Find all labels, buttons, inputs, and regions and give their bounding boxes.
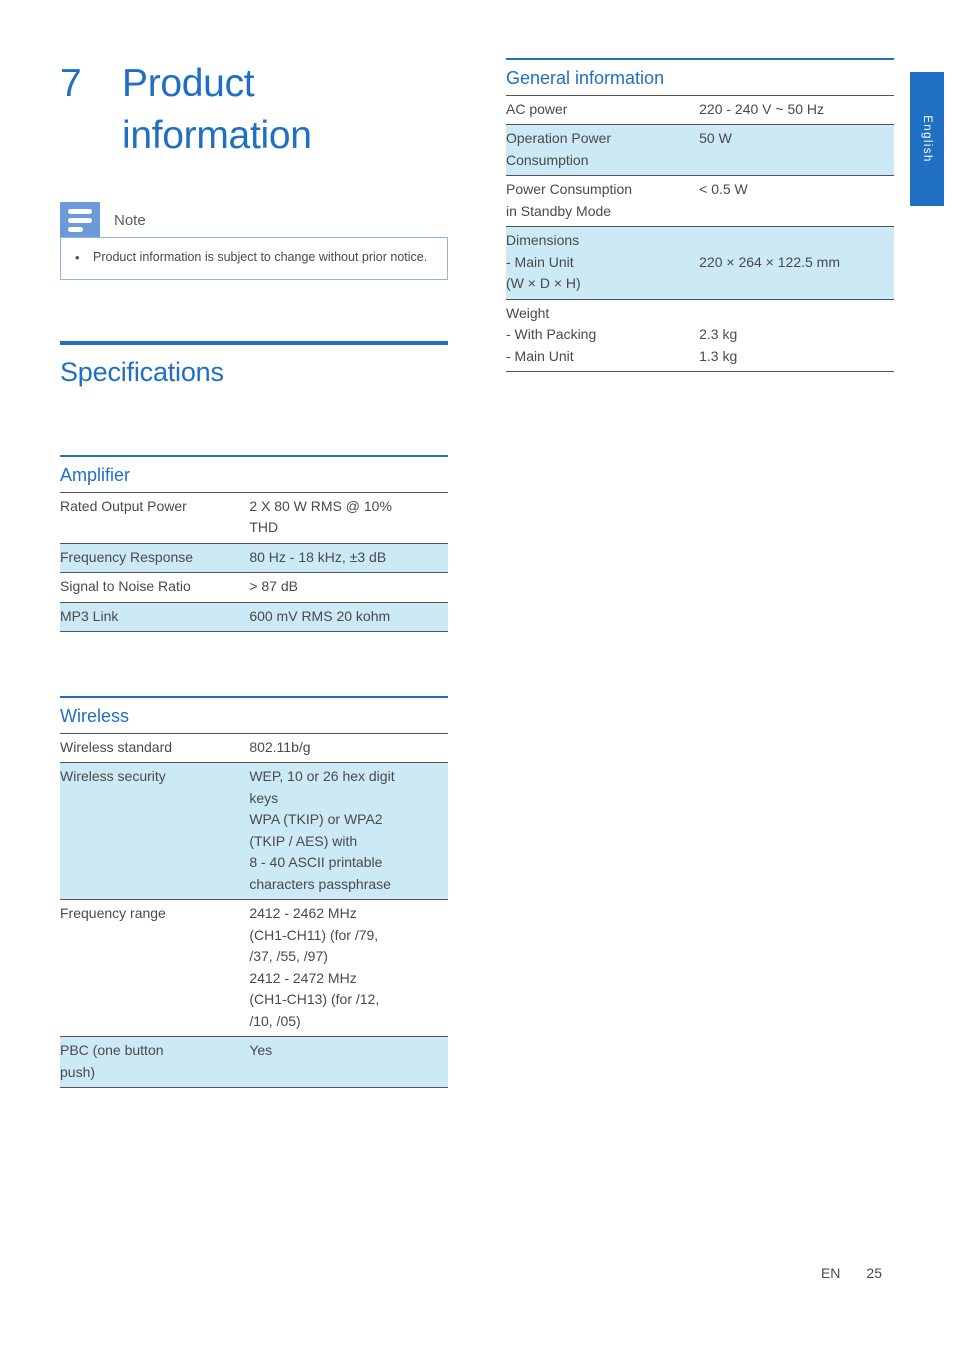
bullet-icon: • — [75, 250, 80, 265]
document-page: English 7 Product information Note • Pro… — [0, 0, 954, 1350]
row-key: AC power — [506, 94, 700, 125]
note-item-text: Product information is subject to change… — [93, 250, 428, 264]
row-key: Frequency range — [60, 899, 250, 1037]
row-value: 220 × 264 × 122.5 mm — [699, 226, 894, 299]
row-key: PBC (one button push) — [60, 1036, 250, 1088]
note-lines-icon — [60, 202, 100, 238]
subsection-title-amplifier: Amplifier — [60, 464, 131, 485]
table-row: Weight - With Packing - Main Unit 2.3 kg… — [506, 298, 894, 372]
subsection-divider-general — [506, 58, 894, 60]
row-value: WEP, 10 or 26 hex digit keys WPA (TKIP) … — [249, 762, 448, 900]
table-row: Operation Power Consumption 50 W — [506, 124, 894, 176]
note-header: Note — [60, 202, 448, 238]
table-row: Rated Output Power 2 X 80 W RMS @ 10% TH… — [60, 491, 448, 543]
row-value: > 87 dB — [249, 572, 448, 602]
section-title-specifications: Specifications — [60, 357, 224, 387]
right-column: General information AC power 220 - 240 V… — [506, 58, 894, 372]
row-key: Operation Power Consumption — [506, 124, 700, 176]
row-key: Rated Output Power — [60, 491, 250, 543]
row-value: Yes — [249, 1036, 448, 1088]
footer-page-number: 25 — [866, 1265, 882, 1281]
row-key: Dimensions - Main Unit (W × D × H) — [506, 226, 700, 299]
row-value: 2412 - 2462 MHz (CH1-CH11) (for /79, /37… — [249, 899, 448, 1037]
table-wireless: Wireless standard 802.11b/g Wireless sec… — [60, 732, 448, 1088]
subsection-title-wireless: Wireless — [60, 705, 130, 726]
chapter-number: 7 — [60, 62, 82, 105]
table-row: AC power 220 - 240 V ~ 50 Hz — [506, 94, 894, 125]
left-column: 7 Product information Note • Product inf… — [60, 58, 448, 1088]
table-row: PBC (one button push) Yes — [60, 1036, 448, 1088]
subsection-divider-amplifier — [60, 455, 448, 457]
row-key: Weight - With Packing - Main Unit — [506, 298, 700, 372]
table-amplifier: Rated Output Power 2 X 80 W RMS @ 10% TH… — [60, 491, 448, 633]
table-row: Frequency range 2412 - 2462 MHz (CH1-CH1… — [60, 899, 448, 1037]
note-body: • Product information is subject to chan… — [60, 237, 448, 280]
note-callout: Note • Product information is subject to… — [60, 202, 448, 281]
row-value: 220 - 240 V ~ 50 Hz — [699, 94, 894, 125]
row-value: 2 X 80 W RMS @ 10% THD — [249, 491, 448, 543]
page-title: Product information — [122, 62, 312, 157]
row-key: MP3 Link — [60, 601, 250, 632]
subsection-title-general-information: General information — [506, 67, 665, 88]
language-tab: English — [910, 72, 944, 206]
table-row: Power Consumption in Standby Mode < 0.5 … — [506, 175, 894, 227]
table-row: Wireless standard 802.11b/g — [60, 732, 448, 763]
row-key: Wireless standard — [60, 732, 250, 763]
row-key: Power Consumption in Standby Mode — [506, 175, 700, 227]
page-footer: EN 25 — [0, 1265, 954, 1281]
row-value: 50 W — [699, 124, 894, 176]
row-value: 600 mV RMS 20 kohm — [249, 601, 448, 632]
footer-locale: EN — [820, 1265, 841, 1281]
section-divider — [60, 341, 448, 345]
subsection-divider-wireless — [60, 696, 448, 698]
row-value: < 0.5 W — [699, 175, 894, 227]
chapter-heading: 7 Product information — [60, 58, 448, 162]
row-key: Frequency Response — [60, 542, 250, 573]
table-row: Wireless security WEP, 10 or 26 hex digi… — [60, 762, 448, 900]
language-tab-label: English — [921, 115, 933, 163]
row-value: 80 Hz - 18 kHz, ±3 dB — [249, 542, 448, 573]
table-row: Dimensions - Main Unit (W × D × H) 220 ×… — [506, 226, 894, 299]
row-value: 802.11b/g — [249, 732, 448, 763]
note-list-item: • Product information is subject to chan… — [75, 249, 433, 266]
note-label: Note — [114, 211, 146, 229]
table-general-information: AC power 220 - 240 V ~ 50 Hz Operation P… — [506, 94, 894, 373]
table-row: Signal to Noise Ratio > 87 dB — [60, 572, 448, 602]
row-value: 2.3 kg 1.3 kg — [699, 298, 894, 372]
row-key: Wireless security — [60, 762, 250, 900]
table-row: MP3 Link 600 mV RMS 20 kohm — [60, 601, 448, 632]
row-key: Signal to Noise Ratio — [60, 572, 250, 602]
table-row: Frequency Response 80 Hz - 18 kHz, ±3 dB — [60, 542, 448, 573]
